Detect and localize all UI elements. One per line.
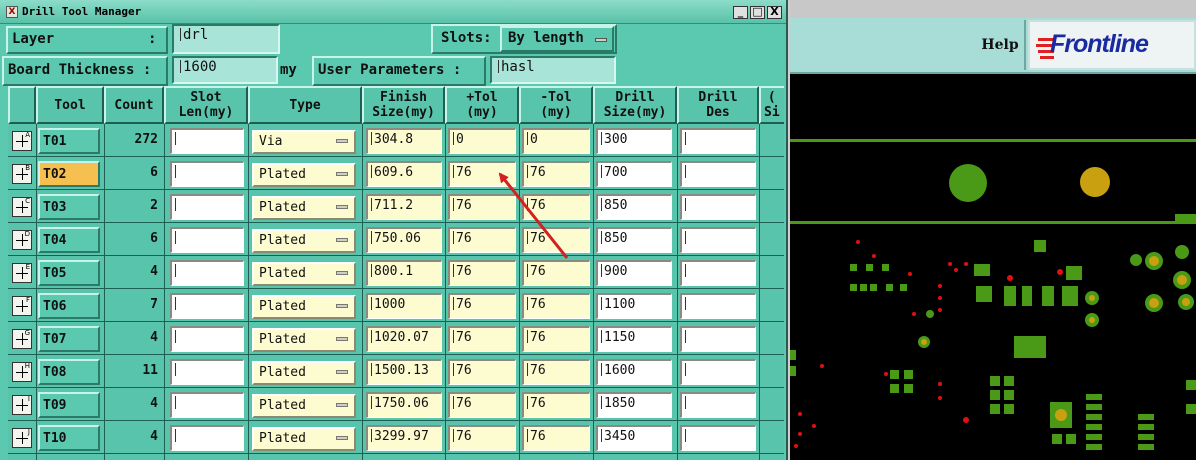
- top-strip: [790, 0, 1196, 18]
- pcb-canvas[interactable]: [790, 74, 1196, 460]
- board-view-panel: Help Frontline: [790, 0, 1196, 460]
- logo-text: Frontline: [1050, 30, 1149, 58]
- help-button[interactable]: Help: [976, 20, 1026, 70]
- frontline-logo: Frontline: [1028, 20, 1196, 70]
- app-toolbar: Help Frontline: [790, 18, 1196, 74]
